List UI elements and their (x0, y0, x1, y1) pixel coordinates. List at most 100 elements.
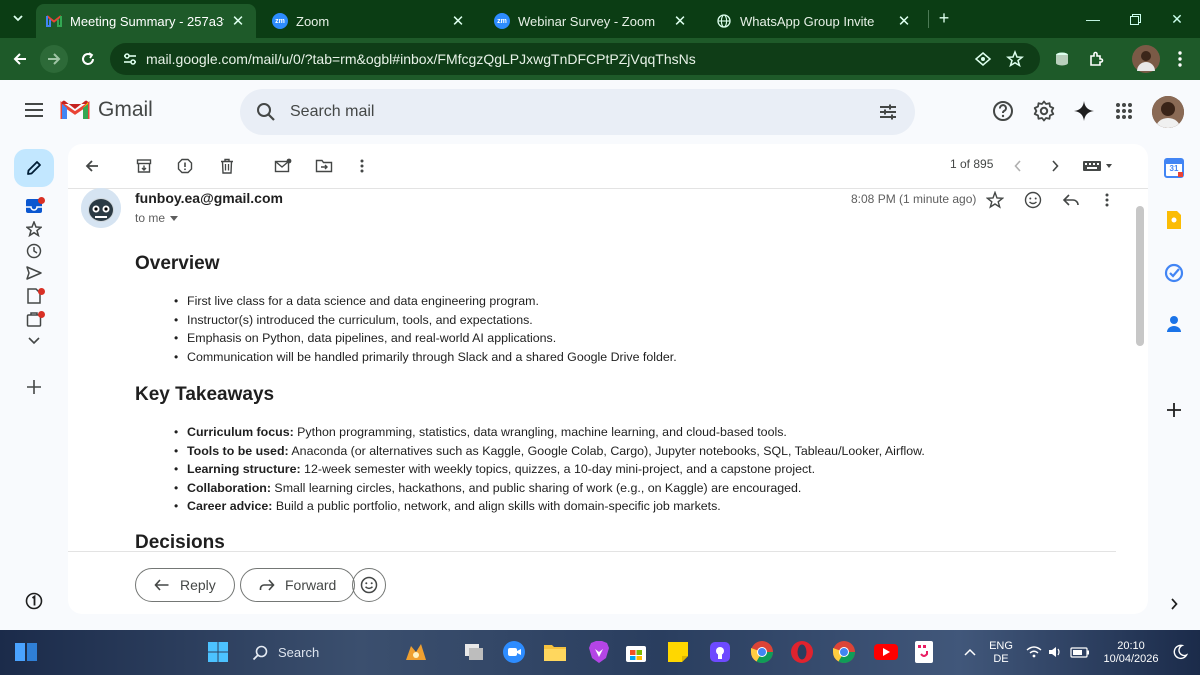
restore-icon[interactable] (1112, 0, 1158, 38)
help-icon[interactable] (990, 98, 1016, 124)
reply-button[interactable]: Reply (135, 568, 235, 602)
close-tab-icon[interactable]: ✕ (672, 13, 688, 30)
more-actions-icon[interactable] (350, 154, 374, 178)
tab-webinar-survey[interactable]: zm Webinar Survey - Zoom ✕ (484, 4, 698, 38)
more-chevron-down-icon[interactable] (24, 331, 44, 351)
keyboard-layout: DE (993, 653, 1009, 665)
taskbar-search[interactable]: Search (244, 637, 394, 668)
search-options-icon[interactable] (878, 102, 898, 122)
brave-browser-icon[interactable] (585, 638, 613, 666)
tasks-icon[interactable] (1164, 263, 1184, 283)
reply-arrow-icon[interactable] (1059, 188, 1083, 212)
main-menu-icon[interactable] (20, 96, 48, 124)
more-vert-icon[interactable] (1166, 45, 1194, 73)
minimize-icon[interactable]: — (1070, 0, 1116, 38)
expand-side-panel-chevron-icon[interactable] (1164, 594, 1184, 614)
star-message-icon[interactable] (983, 188, 1007, 212)
back-to-inbox-icon[interactable] (80, 154, 104, 178)
mark-unread-icon[interactable] (271, 154, 295, 178)
clock[interactable]: 20:10 10/04/2026 (1098, 640, 1164, 666)
add-label-plus-icon[interactable] (24, 377, 44, 397)
database-icon[interactable] (1048, 45, 1076, 73)
tab-zoom[interactable]: zm Zoom ✕ (262, 4, 476, 38)
forward-arrow-icon[interactable] (40, 45, 68, 73)
tab-title: Webinar Survey - Zoom (518, 13, 656, 29)
file-explorer-icon[interactable] (541, 638, 569, 666)
keep-icon[interactable] (1164, 210, 1184, 230)
input-language[interactable]: ENG DE (986, 640, 1016, 666)
quick-settings[interactable] (1024, 638, 1094, 666)
tab-meeting-summary[interactable]: Meeting Summary - 257a3fca8 ✕ (36, 4, 256, 38)
contacts-icon[interactable] (1164, 314, 1184, 334)
close-tab-icon[interactable]: ✕ (230, 13, 246, 30)
status-indicator-icon[interactable] (24, 591, 44, 611)
delete-trash-icon[interactable] (215, 154, 239, 178)
copilot-fox-icon[interactable] (402, 638, 430, 666)
search-icon[interactable] (256, 102, 276, 122)
account-avatar[interactable] (1152, 96, 1184, 128)
language-code: ENG (989, 640, 1013, 652)
report-spam-icon[interactable] (173, 154, 197, 178)
taskbar-search-icon (252, 645, 268, 660)
inbox-unread-dot (38, 197, 45, 204)
tab-search-button[interactable] (6, 6, 30, 30)
eye-off-icon[interactable] (974, 51, 992, 67)
reload-icon[interactable] (74, 45, 102, 73)
get-addons-plus-icon[interactable] (1164, 400, 1184, 420)
sender-avatar[interactable] (81, 188, 121, 228)
search-input[interactable]: Search mail (290, 103, 374, 121)
search-bar[interactable]: Search mail (240, 89, 915, 135)
scrollbar-thumb[interactable] (1136, 206, 1144, 346)
starred-icon[interactable] (24, 219, 44, 239)
show-hidden-icons-chevron-up-icon[interactable] (956, 638, 984, 666)
microsoft-store-icon[interactable] (622, 638, 650, 666)
zoom-app-icon[interactable] (500, 638, 528, 666)
recipient-details[interactable]: to me (135, 211, 179, 225)
tab-whatsapp-invite[interactable]: WhatsApp Group Invite ✕ (706, 4, 922, 38)
notifications-moon-icon[interactable] (1166, 638, 1194, 666)
opera-browser-icon[interactable] (788, 638, 816, 666)
older-chevron-right-icon[interactable] (1043, 154, 1067, 178)
new-tab-plus-icon[interactable]: + (934, 8, 954, 28)
add-reaction-emoji-icon[interactable] (1021, 188, 1045, 212)
newer-chevron-left-icon[interactable] (1006, 154, 1030, 178)
forward-button[interactable]: Forward (240, 568, 356, 602)
gmail-logo[interactable]: Gmail (60, 98, 153, 122)
browser-toolbar: mail.google.com/mail/u/0/?tab=rm&ogbl#in… (0, 38, 1200, 80)
chrome-profile-1-icon[interactable] (748, 638, 776, 666)
move-to-folder-icon[interactable] (312, 154, 336, 178)
settings-gear-icon[interactable] (1031, 98, 1057, 124)
message-more-icon[interactable] (1095, 188, 1119, 212)
input-tools-keyboard-icon[interactable] (1080, 154, 1120, 178)
profile-avatar[interactable] (1132, 45, 1160, 73)
start-windows-icon[interactable] (204, 638, 232, 666)
sent-icon[interactable] (24, 263, 44, 283)
compose-button[interactable] (14, 149, 54, 187)
address-bar[interactable]: mail.google.com/mail/u/0/?tab=rm&ogbl#in… (110, 43, 1040, 75)
site-settings-icon[interactable] (122, 51, 138, 67)
calendar-icon[interactable]: 31 (1164, 158, 1184, 178)
emoji-reaction-button[interactable] (352, 568, 386, 602)
sticky-notes-icon[interactable] (664, 638, 692, 666)
bookmark-star-icon[interactable] (1006, 50, 1024, 68)
apps-grid-icon[interactable] (1111, 98, 1137, 124)
media-player-icon[interactable] (910, 638, 938, 666)
extensions-icon[interactable] (1082, 45, 1110, 73)
close-tab-icon[interactable]: ✕ (450, 13, 466, 30)
back-arrow-icon[interactable] (6, 45, 34, 73)
widgets-icon[interactable] (12, 638, 40, 666)
task-view-icon[interactable] (460, 638, 488, 666)
sender-email[interactable]: funboy.ea@gmail.com (135, 190, 283, 206)
tab-title: WhatsApp Group Invite (740, 13, 875, 29)
window-close-icon[interactable]: ✕ (1154, 0, 1200, 38)
battery-icon (1070, 647, 1089, 658)
gemini-sparkle-icon[interactable] (1071, 98, 1097, 124)
youtube-icon[interactable] (872, 638, 900, 666)
proton-vpn-icon[interactable] (706, 638, 734, 666)
snoozed-clock-icon[interactable] (24, 241, 44, 261)
chrome-profile-2-icon[interactable] (830, 638, 858, 666)
tab-title: Zoom (296, 13, 330, 29)
close-tab-icon[interactable]: ✕ (896, 13, 912, 30)
archive-icon[interactable] (132, 154, 156, 178)
label-dot (38, 311, 45, 318)
